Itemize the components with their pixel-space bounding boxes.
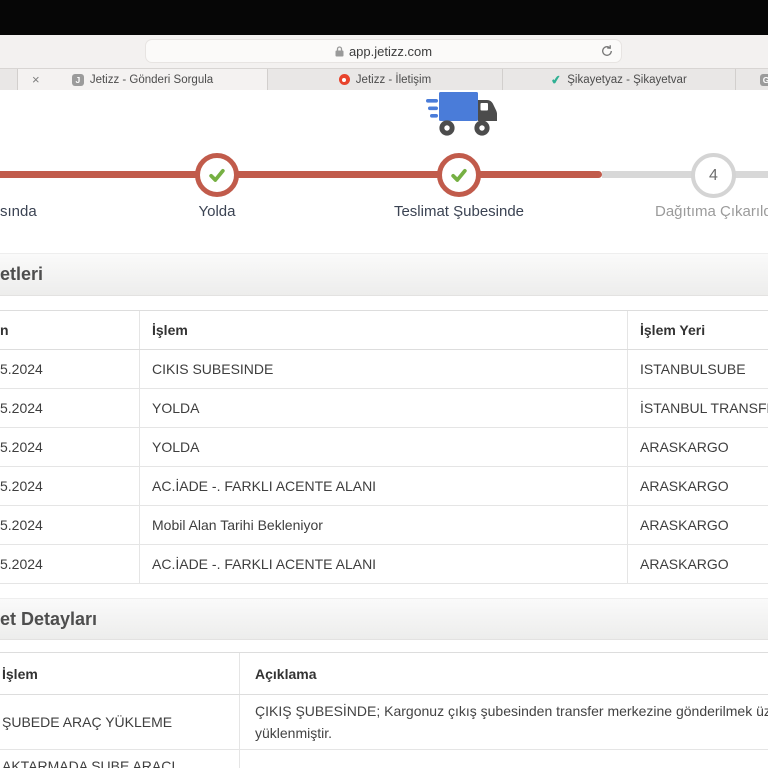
map-pin-icon [338,74,350,85]
close-tab-icon[interactable]: × [32,72,40,87]
cell-islem: AKTARMADA SUBE ARACI [0,750,240,768]
step-label-teslimat: Teslimat Şubesinde [393,203,525,220]
cell-date: 5.2024 [0,389,140,427]
tab-iletisim[interactable]: Jetizz - İletişim [268,69,503,90]
section-title-text: et Detayları [0,608,98,629]
tab-gonderi-sorgula[interactable]: × J Jetizz - Gönderi Sorgula [18,69,268,90]
table-row: 5.2024 AC.İADE -. FARKLI ACENTE ALANI AR… [0,467,768,506]
col-header-islem: İşlem [140,311,628,349]
step-circle-teslimat [437,153,481,197]
tab-title: Şikayetyaz - Şikayetvar [567,73,687,86]
cell-date: 5.2024 [0,467,140,505]
cell-islem: AC.İADE -. FARKLI ACENTE ALANI [140,545,628,583]
check-icon [451,168,467,182]
tab-title: Jetizz - Gönderi Sorgula [89,73,214,86]
cell-islem: YOLDA [140,428,628,466]
progress-line-pending [602,171,768,178]
cell-date: 5.2024 [0,506,140,544]
table-row: 5.2024 YOLDA ARASKARGO [0,428,768,467]
details-table: İşlem Açıklama ŞUBEDE ARAÇ YÜKLEME ÇIKIŞ… [0,652,768,768]
cell-islem: AC.İADE -. FARKLI ACENTE ALANI [140,467,628,505]
cell-date: 5.2024 [0,350,140,388]
lock-icon [335,45,344,57]
cell-yer: ARASKARGO [640,517,729,533]
col-header-islem-yeri: İşlem Yeri [640,322,706,338]
section-title-text: etleri [0,264,44,284]
tab-previous-partial[interactable] [0,69,18,90]
description-line-1: ÇIKIŞ ŞUBESİNDE; Kargonuz çıkış şubesind… [255,703,768,719]
movements-table: n İşlem İşlem Yeri 5.2024 CIKIS SUBESIND… [0,310,768,584]
step-label-partial: sında [0,203,37,220]
delivery-truck-icon [424,88,500,138]
details-section-title: et Detayları [0,598,768,640]
step-circle-yolda [195,153,239,197]
screen: app.jetizz.com × J Jetizz - Gönderi Sorg… [0,0,768,768]
tab-bar: × J Jetizz - Gönderi Sorgula Jetizz - İl… [0,68,768,90]
tab-title: Jetizz - İletişim [355,73,432,86]
col-header-islem: İşlem [0,653,240,694]
details-header-row: İşlem Açıklama [0,652,768,695]
browser-toolbar: app.jetizz.com [0,35,768,68]
swoosh-icon: ✔ [550,71,563,88]
cell-yer: ISTANBULSUBE [640,361,746,377]
description-line-2: yüklenmiştir. [255,725,333,741]
movements-header-row: n İşlem İşlem Yeri [0,310,768,350]
table-row: AKTARMADA SUBE ARACI [0,750,768,768]
cell-date: 5.2024 [0,545,140,583]
cell-yer: İSTANBUL TRANSFER [640,400,768,416]
tab-sikayetvar[interactable]: ✔ Şikayetyaz - Şikayetvar [503,69,736,90]
step-label-yolda: Yolda [198,203,236,220]
step-label-dagitim: Dağıtıma Çıkarıldı [655,203,768,220]
cell-yer: ARASKARGO [640,478,729,494]
check-icon [209,168,225,182]
tab-partial-right[interactable]: G [736,69,768,90]
table-row: 5.2024 Mobil Alan Tarihi Bekleniyor ARAS… [0,506,768,545]
table-row: ŞUBEDE ARAÇ YÜKLEME ÇIKIŞ ŞUBESİNDE; Kar… [0,695,768,750]
col-header-date: n [0,311,140,349]
top-black-bar [0,0,768,35]
movements-section-title: etleri [0,253,768,296]
table-row: 5.2024 CIKIS SUBESINDE ISTANBULSUBE [0,350,768,389]
address-bar[interactable]: app.jetizz.com [145,39,622,63]
cell-yer: ARASKARGO [640,556,729,572]
cell-islem: YOLDA [140,389,628,427]
cell-islem: CIKIS SUBESINDE [140,350,628,388]
cell-islem: Mobil Alan Tarihi Bekleniyor [140,506,628,544]
reload-icon[interactable] [600,44,614,58]
col-header-aciklama: Açıklama [255,665,317,682]
step-number: 4 [709,166,718,184]
jetizz-favicon: J [71,73,84,86]
cell-date: 5.2024 [0,428,140,466]
cell-islem: ŞUBEDE ARAÇ YÜKLEME [0,695,240,749]
table-row: 5.2024 YOLDA İSTANBUL TRANSFER [0,389,768,428]
table-row: 5.2024 AC.İADE -. FARKLI ACENTE ALANI AR… [0,545,768,584]
step-circle-dagitim: 4 [691,153,736,198]
g-favicon: G [760,73,768,86]
address-url: app.jetizz.com [348,43,433,59]
cell-yer: ARASKARGO [640,439,729,455]
cell-aciklama: ÇIKIŞ ŞUBESİNDE; Kargonuz çıkış şubesind… [240,700,768,744]
progress-line-completed [0,171,602,178]
